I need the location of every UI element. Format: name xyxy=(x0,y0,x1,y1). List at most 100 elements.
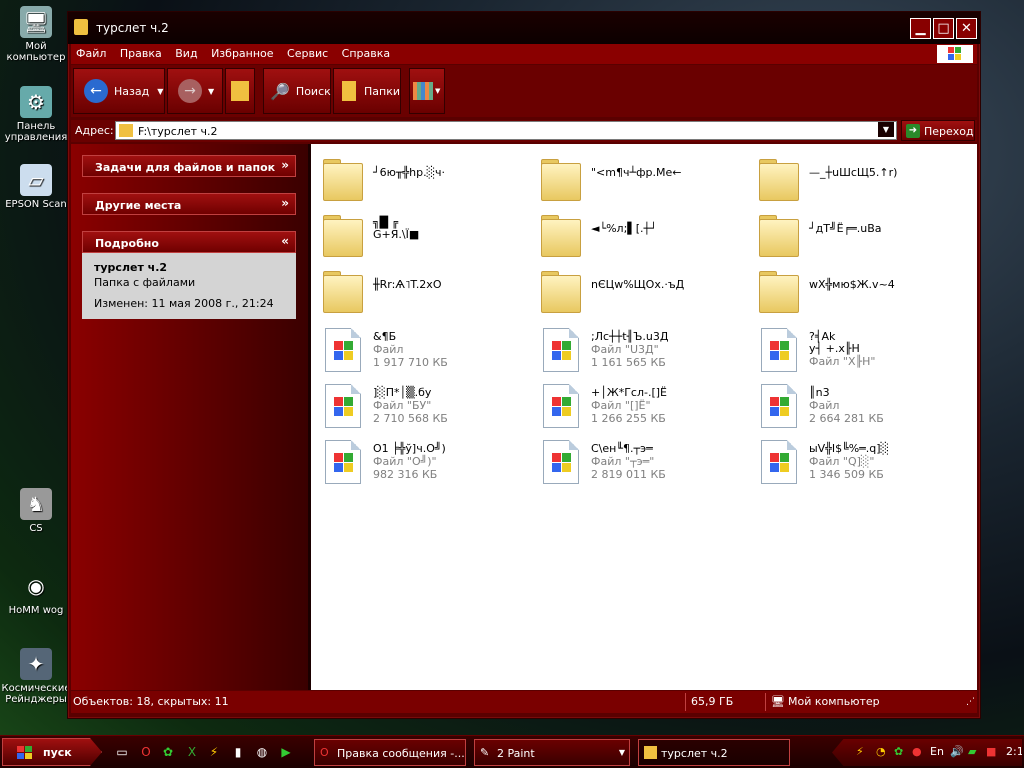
folder-name: ┘6ю╥╬hp.░ч· xyxy=(373,166,446,179)
tray-app-icon[interactable]: ■ xyxy=(986,745,996,758)
double-chevron-down-icon: » xyxy=(281,196,289,210)
paint-icon: ✎ xyxy=(480,746,490,759)
windows-file-icon xyxy=(761,384,797,428)
language-indicator[interactable]: En xyxy=(930,745,944,758)
volume-icon[interactable]: 🔊 xyxy=(950,745,964,758)
start-button[interactable]: пуск xyxy=(2,738,102,766)
file-item[interactable]: &¶Б Файл 1 917 710 КБ xyxy=(315,328,525,378)
desktop-icon-cs[interactable]: ♞ CS xyxy=(0,488,72,534)
other-places-header[interactable]: Другие места » xyxy=(82,193,296,215)
chevron-down-icon: ▼ xyxy=(208,86,215,96)
tray-network-icon[interactable]: ◔ xyxy=(876,745,886,758)
menu-view[interactable]: Вид xyxy=(170,44,202,60)
windows-file-icon xyxy=(325,328,361,372)
feed-icon[interactable]: ◍ xyxy=(254,744,270,760)
status-separator xyxy=(685,693,686,711)
folder-item[interactable]: ╫Rr:Ѧ˥T.2xO xyxy=(315,268,525,318)
folder-name: —_┼uШсЩ5.↑r) xyxy=(809,166,898,179)
folder-item[interactable]: —_┼uШсЩ5.↑r) xyxy=(751,156,961,206)
control-panel-icon: ⚙ xyxy=(20,86,52,118)
folder-item[interactable]: wX╬мю$Ж.v~4 xyxy=(751,268,961,318)
folder-icon xyxy=(541,271,581,313)
desktop-icon-label: Мой компьютер xyxy=(6,41,66,63)
taskbar-button-message[interactable]: O Правка сообщения -... xyxy=(314,739,466,766)
tray-antivirus-icon[interactable]: ⚡ xyxy=(856,745,864,758)
folder-item[interactable]: ┘дТ╝Ё╒═.uBa xyxy=(751,212,961,262)
file-item[interactable]: C\ен╙¶.┬э═ Файл "┬э═" 2 819 011 КБ xyxy=(533,440,743,490)
file-item[interactable]: ]░П*│▒.бу Файл "БУ" 2 710 568 КБ xyxy=(315,384,525,434)
taskbar-button-paint[interactable]: ✎ 2 Paint ▼ xyxy=(474,739,630,766)
desktop-icon-label: Панель управления xyxy=(4,121,68,143)
up-folder-button[interactable] xyxy=(225,68,255,114)
folder-icon xyxy=(323,271,363,313)
back-button[interactable]: ← Назад ▼ xyxy=(73,68,165,114)
file-size: 1 161 565 КБ xyxy=(591,356,666,369)
forward-button[interactable]: → ▼ xyxy=(167,68,223,114)
address-dropdown-button[interactable]: ▼ xyxy=(878,122,894,137)
views-icon xyxy=(413,82,433,100)
media-player-icon[interactable]: ▶ xyxy=(278,744,294,760)
go-button[interactable]: ➜ Переход xyxy=(901,120,975,141)
folder-icon xyxy=(541,159,581,201)
double-chevron-up-icon: « xyxy=(281,234,289,248)
show-desktop-icon[interactable]: ▭ xyxy=(114,744,130,760)
title-bar[interactable]: турслет ч.2 ▁ □ ✕ xyxy=(68,12,980,44)
address-bar: Адрес: F:\турслет ч.2 ▼ ➜ Переход xyxy=(71,120,977,142)
up-folder-icon xyxy=(231,81,249,101)
desktop-icon-homm[interactable]: ◉ HoMM wog xyxy=(0,570,72,616)
desktop-icon-epson-scan[interactable]: ▱ EPSON Scan xyxy=(0,164,72,210)
close-button[interactable]: ✕ xyxy=(956,18,977,39)
views-button[interactable]: ▼ xyxy=(409,68,445,114)
folder-icon xyxy=(759,159,799,201)
file-item[interactable]: O1 ╞╬ў]ч.O╝) Файл "O╝)" 982 316 КБ xyxy=(315,440,525,490)
file-tasks-header[interactable]: Задачи для файлов и папок » xyxy=(82,155,296,177)
folder-icon xyxy=(759,215,799,257)
maximize-button[interactable]: □ xyxy=(933,18,954,39)
details-header[interactable]: Подробно « xyxy=(82,231,296,253)
menu-help[interactable]: Справка xyxy=(337,44,395,60)
tray-app-icon[interactable]: ▰ xyxy=(968,745,976,758)
desktop-icon-space-rangers[interactable]: ✦ Космические Рейнджеры xyxy=(0,648,72,705)
folders-icon xyxy=(342,81,356,101)
excel-icon[interactable]: X xyxy=(184,744,200,760)
folder-item[interactable]: ◄└%л;▌[.┼┘ xyxy=(533,212,743,262)
desktop-icon-label: EPSON Scan xyxy=(5,199,67,210)
chevron-down-icon: ▼ xyxy=(157,86,164,96)
resize-grip-icon[interactable]: ⋰ xyxy=(966,697,975,707)
tray-status-icon[interactable]: ● xyxy=(912,745,922,758)
file-item[interactable]: ыV╬I$╚%═.q]░ Файл "Q]░" 1 346 509 КБ xyxy=(751,440,961,490)
file-name: C\ен╙¶.┬э═ xyxy=(591,442,653,455)
file-size: 2 710 568 КБ xyxy=(373,412,448,425)
menu-edit[interactable]: Правка xyxy=(115,44,167,60)
winamp-icon[interactable]: ⚡ xyxy=(206,744,222,760)
desktop-icon-my-computer[interactable]: 🖥 Мой компьютер xyxy=(0,6,72,63)
menu-favorites[interactable]: Избранное xyxy=(206,44,278,60)
clock[interactable]: 2:10 xyxy=(1006,745,1022,758)
icq-icon[interactable]: ✿ xyxy=(160,744,176,760)
taskbar-button-explorer[interactable]: турслет ч.2 xyxy=(638,739,790,766)
system-tray: ⚡ ◔ ✿ ● En 🔊 ▰ ■ 2:10 xyxy=(832,739,1022,766)
windows-file-icon xyxy=(543,384,579,428)
file-item[interactable]: ?╡Ak y┤ +.x╟H Файл "X╟H" xyxy=(751,328,961,378)
menu-tools[interactable]: Сервис xyxy=(282,44,333,60)
calculator-icon[interactable]: ▮ xyxy=(230,744,246,760)
folders-button[interactable]: Папки xyxy=(333,68,401,114)
minimize-button[interactable]: ▁ xyxy=(910,18,931,39)
file-item[interactable]: ║n3 Файл 2 664 281 КБ xyxy=(751,384,961,434)
folder-icon xyxy=(541,215,581,257)
file-item[interactable]: ;Лс┼┼t╢Ъ.u3Д Файл "U3Д" 1 161 565 КБ xyxy=(533,328,743,378)
windows-file-icon xyxy=(761,328,797,372)
desktop-icon-control-panel[interactable]: ⚙ Панель управления xyxy=(0,86,72,143)
tray-icq-icon[interactable]: ✿ xyxy=(894,745,903,758)
desktop-icon-label: HoMM wog xyxy=(8,605,64,616)
folder-item[interactable]: "<m¶ч┴фр.Ме← xyxy=(533,156,743,206)
folder-item[interactable]: ╗█ ╔ G+Я.\Ï■ xyxy=(315,212,525,262)
folder-item[interactable]: nЄЦw%ЩOx.·ъД xyxy=(533,268,743,318)
folder-item[interactable]: ┘6ю╥╬hp.░ч· xyxy=(315,156,525,206)
address-input[interactable]: F:\турслет ч.2 xyxy=(115,121,897,140)
file-type: Файл "[]Ё" xyxy=(591,399,651,412)
search-button[interactable]: 🔎 Поиск xyxy=(263,68,331,114)
menu-file[interactable]: Файл xyxy=(71,44,111,60)
file-item[interactable]: +│Ж*Гсл-.[]Ё Файл "[]Ё" 1 266 255 КБ xyxy=(533,384,743,434)
opera-icon[interactable]: O xyxy=(138,744,154,760)
